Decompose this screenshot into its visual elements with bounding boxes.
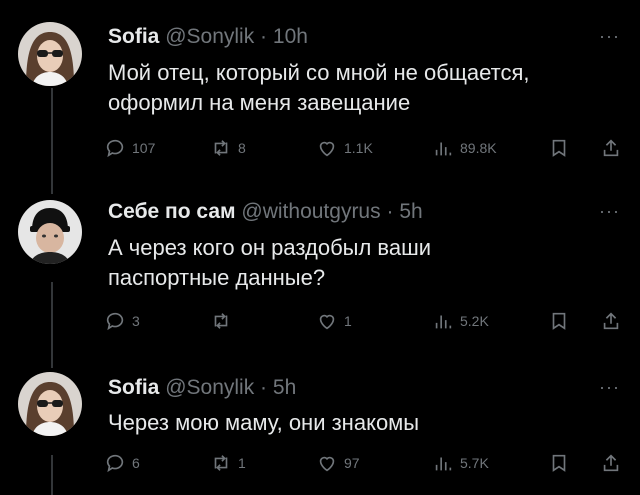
avatar[interactable] [18,372,82,436]
bookmark-icon [552,312,566,330]
tweet-header: Себе по сам @withoutgyrus · 5h [108,200,423,224]
bookmark-button[interactable] [548,134,570,162]
action-bar: 6 1 97 5.7K [104,449,624,477]
share-icon [603,312,619,330]
share-button[interactable] [600,134,622,162]
repost-button[interactable]: 1 [210,449,246,477]
display-name[interactable]: Себе по сам [108,200,236,223]
heart-icon [319,314,335,330]
view-count: 5.7K [460,455,489,471]
reply-count: 6 [132,455,140,471]
tweet[interactable]: Sofia @Sonylik · 10h ··· Мой отец, котор… [0,0,640,180]
view-count: 89.8K [460,140,497,156]
username[interactable]: @Sonylik [165,376,254,399]
views-button[interactable]: 5.2K [432,307,489,335]
separator: · [260,25,268,48]
like-button[interactable]: 97 [316,449,360,477]
reply-icon [106,454,124,473]
timestamp[interactable]: 5h [273,376,296,399]
reply-button[interactable]: 3 [104,307,140,335]
heart-icon [319,141,335,157]
reply-icon [106,312,124,331]
repost-icon [214,140,228,156]
repost-icon [214,455,228,471]
view-count: 5.2K [460,313,489,329]
separator: · [260,376,268,399]
action-bar: 3 1 5.2K [104,307,624,335]
like-count: 97 [344,455,360,471]
reply-icon [106,139,124,158]
tweet-text: Через мою маму, они знакомы [108,410,420,435]
share-icon [603,454,619,472]
like-button[interactable]: 1.1K [316,134,373,162]
like-count: 1 [344,313,352,329]
repost-button[interactable] [210,307,238,335]
views-button[interactable]: 5.7K [432,449,489,477]
username[interactable]: @Sonylik [165,25,254,48]
more-options-icon[interactable]: ··· [599,377,620,398]
display-name[interactable]: Sofia [108,376,159,399]
action-bar: 107 8 1.1K 89.8K [104,134,624,162]
like-button[interactable]: 1 [316,307,352,335]
timestamp[interactable]: 5h [399,200,422,223]
avatar[interactable] [18,22,82,86]
more-options-icon[interactable]: ··· [599,201,620,222]
like-count: 1.1K [344,140,373,156]
views-chart-icon [435,315,452,329]
bookmark-button[interactable] [548,307,570,335]
tweet-text: А через кого он раздобыл ваши паспортные… [108,235,432,290]
repost-count: 1 [238,455,246,471]
reply-count: 107 [132,140,156,156]
avatar[interactable] [18,200,82,264]
tweet-header: Sofia @Sonylik · 10h [108,25,308,49]
reply-button[interactable]: 107 [104,134,155,162]
tweet[interactable]: Sofia @Sonylik · 5h ··· Через мою маму, … [0,360,640,495]
share-icon [603,139,619,157]
share-button[interactable] [600,449,622,477]
bookmark-icon [552,139,566,157]
reply-button[interactable]: 6 [104,449,140,477]
timestamp[interactable]: 10h [273,25,308,48]
views-chart-icon [435,457,452,471]
tweet-text: Мой отец, который со мной не общается, о… [108,60,530,115]
repost-count: 8 [238,140,246,156]
views-chart-icon [435,142,452,156]
username[interactable]: @withoutgyrus [241,200,380,223]
reply-count: 3 [132,313,140,329]
tweet-header: Sofia @Sonylik · 5h [108,376,296,400]
repost-icon [214,313,228,329]
bookmark-button[interactable] [548,449,570,477]
share-button[interactable] [600,307,622,335]
heart-icon [319,456,335,472]
bookmark-icon [552,454,566,472]
separator: · [386,200,394,223]
tweet[interactable]: Себе по сам @withoutgyrus · 5h ··· А чер… [0,180,640,360]
repost-button[interactable]: 8 [210,134,246,162]
views-button[interactable]: 89.8K [432,134,497,162]
display-name[interactable]: Sofia [108,25,159,48]
more-options-icon[interactable]: ··· [599,26,620,47]
